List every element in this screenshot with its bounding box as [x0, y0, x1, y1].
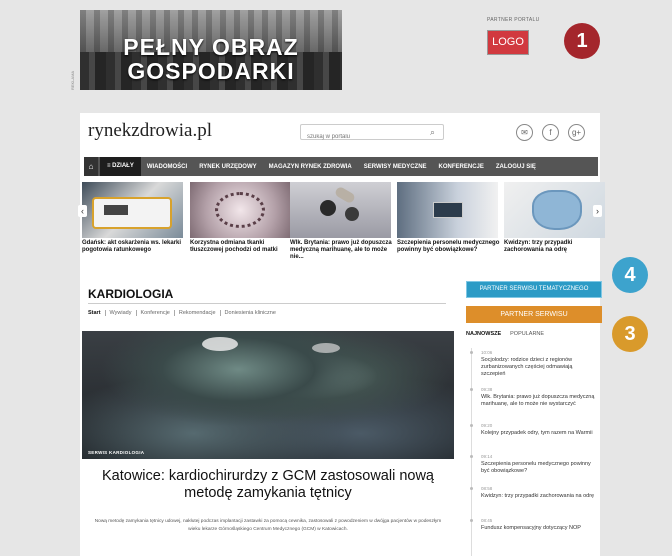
site-logo-rest: zdrowia.pl [131, 120, 212, 141]
feed-text: Kwidzyn: trzy przypadki zachorowania na … [481, 493, 595, 499]
feed-item[interactable]: 08:45 Fundusz kompensacyjny dotyczący NO… [470, 518, 598, 546]
banner-line-1: PEŁNY OBRAZ [123, 34, 299, 60]
search-box [300, 124, 444, 144]
feed-time: 09:38 [481, 387, 493, 392]
subnav-konferencje[interactable]: Konferencje [137, 310, 175, 316]
nav-item-rynek-urzedowy[interactable]: RYNEK URZĘDOWY [193, 164, 262, 170]
partner-serwisu-button[interactable]: PARTNER SERWISU [466, 306, 602, 323]
feed-dot [470, 388, 473, 391]
subnav-rekomendacje[interactable]: Rekomendacje [175, 310, 221, 316]
subnav-wywiady[interactable]: Wywiady [106, 310, 137, 316]
feed-text: Kolejny przypadek odry, tym razem na War… [481, 430, 593, 436]
hero-tag: SERWIS KARDIOLOGIA [88, 450, 145, 455]
home-icon[interactable]: ⌂ [84, 157, 98, 176]
carousel-caption-3[interactable]: Wlk. Brytania: prawo już dopuszcza medyc… [290, 240, 393, 261]
nav-item-konferencje[interactable]: KONFERENCJE [433, 164, 490, 170]
feed-dot [470, 351, 473, 354]
feed-time: 10:06 [481, 350, 493, 355]
site-logo[interactable]: rynekzdrowia.pl [88, 120, 212, 142]
tab-najnowsze[interactable]: NAJNOWSZE [466, 331, 501, 337]
carousel-caption-5[interactable]: Kwidzyn: trzy przypadki zachorowania na … [504, 240, 596, 254]
partner-portal-logo[interactable]: LOGO [487, 30, 529, 55]
feed-dot [470, 455, 473, 458]
section-subnav: Start Wywiady Konferencje Rekomendacje D… [88, 310, 280, 316]
carousel-caption-4[interactable]: Szczepienia personelu medycznego powinny… [397, 240, 500, 254]
feed-text: Wlk. Brytania: prawo już dopuszcza medyc… [481, 394, 595, 407]
nav-item-serwisy[interactable]: SERWISY MEDYCZNE [358, 164, 433, 170]
hero-lead: Nową metodę zamykania tętnicy udowej, na… [94, 519, 442, 532]
carousel-image-2[interactable] [190, 182, 291, 238]
section-title: KARDIOLOGIA [88, 287, 174, 301]
nav-item-wiadomosci[interactable]: WIADOMOŚCI [141, 164, 193, 170]
site-logo-bold: rynek [88, 120, 132, 141]
main-nav: ⌂ ≡ DZIAŁY WIADOMOŚCI RYNEK URZĘDOWY MAG… [84, 157, 598, 176]
feed-dot [470, 424, 473, 427]
carousel-caption-2[interactable]: Korzystna odmiana tkanki tłuszczowej poc… [190, 240, 293, 254]
subnav-start[interactable]: Start [88, 310, 106, 316]
section-divider [88, 303, 446, 304]
feed-text: Szczepienia personelu medycznego powinny… [481, 461, 591, 474]
carousel-image-4[interactable] [397, 182, 498, 238]
carousel-caption-1[interactable]: Gdańsk: akt oskarżenia ws. lekarki pogot… [82, 240, 185, 254]
feed-time: 09:20 [481, 423, 493, 428]
facebook-icon[interactable]: f [542, 124, 559, 141]
hero-headline[interactable]: Katowice: kardiochirurdzy z GCM zastosow… [82, 468, 454, 502]
search-input[interactable] [301, 130, 421, 144]
feed-item[interactable]: 09:14 Szczepienia personelu medycznego p… [470, 454, 598, 482]
carousel-prev-icon[interactable]: ‹ [78, 205, 87, 217]
nav-item-magazyn[interactable]: MAGAZYN RYNEK ZDROWIA [263, 164, 358, 170]
feed-item[interactable]: 09:38 Wlk. Brytania: prawo już dopuszcza… [470, 387, 598, 419]
hero-image[interactable] [82, 331, 454, 459]
partner-portal-label: PARTNER PORTALU [487, 17, 540, 23]
subnav-doniesienia[interactable]: Doniesienia kliniczne [221, 310, 280, 316]
carousel-image-3[interactable] [290, 182, 391, 238]
banner-line-2: GOSPODARKI [127, 58, 295, 84]
marker-4: 4 [612, 257, 648, 293]
carousel-image-1[interactable] [82, 182, 183, 238]
feed-dot [470, 487, 473, 490]
mail-icon[interactable]: ✉ [516, 124, 533, 141]
nav-item-zaloguj[interactable]: ZALOGUJ SIĘ [490, 164, 542, 170]
feed-time: 09:14 [481, 454, 493, 459]
marker-3: 3 [612, 316, 648, 352]
search-icon[interactable]: ⌕ [430, 127, 435, 138]
sidebar-tabs: NAJNOWSZE POPULARNE [466, 331, 544, 337]
carousel-image-5[interactable] [504, 182, 605, 238]
carousel-next-icon[interactable]: › [593, 205, 602, 217]
feed-text: Socjolodzy: rodzice dzieci z regionów zu… [481, 357, 573, 377]
feed-time: 08:58 [481, 486, 493, 491]
feed-text: Fundusz kompensacyjny dotyczący NOP [481, 525, 581, 531]
marker-1: 1 [564, 23, 600, 59]
feed-item[interactable]: 10:06 Socjolodzy: rodzice dzieci z regio… [470, 350, 598, 382]
partner-serwisu-tematycznego-button[interactable]: PARTNER SERWISU TEMATYCZNEGO [466, 281, 602, 298]
feed-dot [470, 519, 473, 522]
feed-time: 08:45 [481, 518, 493, 523]
ad-label: REKLAMA [70, 70, 75, 90]
tab-popularne[interactable]: POPULARNE [510, 331, 544, 337]
ad-banner[interactable]: PEŁNY OBRAZ GOSPODARKI [80, 10, 342, 90]
nav-dzialy[interactable]: ≡ DZIAŁY [100, 157, 141, 176]
google-plus-icon[interactable]: g+ [568, 124, 585, 141]
feed-item[interactable]: 08:58 Kwidzyn: trzy przypadki zachorowan… [470, 486, 598, 514]
feed-item[interactable]: 09:20 Kolejny przypadek odry, tym razem … [470, 423, 598, 451]
